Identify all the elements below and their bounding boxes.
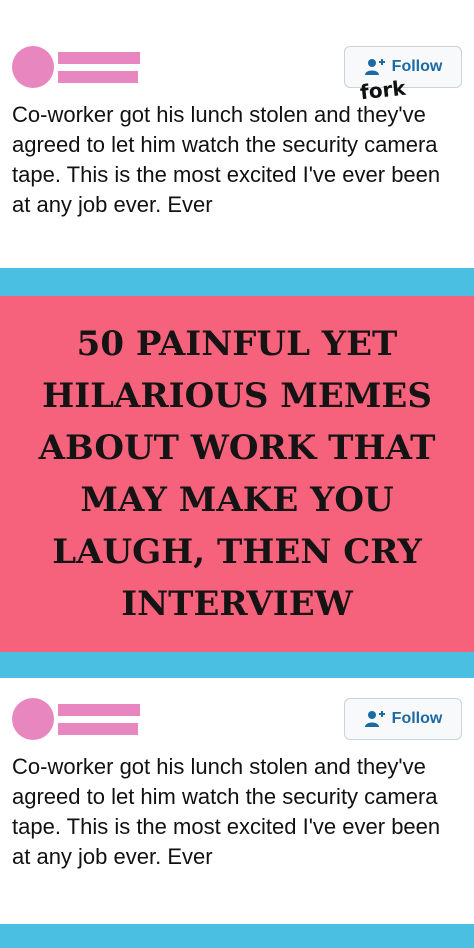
username-placeholder xyxy=(58,52,140,64)
tweet-text: Co-worker got his lunch stolen and they'… xyxy=(12,102,441,217)
headline: 50 Painful Yet Hilarious Memes About Wor… xyxy=(38,324,436,624)
tweet-text: Co-worker got his lunch stolen and they'… xyxy=(12,754,441,869)
handle-placeholder xyxy=(58,723,138,735)
add-user-icon xyxy=(364,711,385,727)
follow-label: Follow xyxy=(391,58,443,75)
username-placeholder xyxy=(58,704,140,716)
tweet-card-top: Follow fork Co-worker got his lunch stol… xyxy=(0,0,474,268)
follow-label: Follow xyxy=(391,710,443,727)
add-user-icon xyxy=(364,59,385,75)
avatar[interactable] xyxy=(12,698,54,740)
follow-button[interactable]: Follow xyxy=(344,698,462,740)
tweet-card-bottom: Follow Co-worker got his lunch stolen an… xyxy=(0,678,474,924)
profile-placeholder xyxy=(12,698,140,740)
handle-placeholder xyxy=(58,71,138,83)
headline-banner: 50 Painful Yet Hilarious Memes About Wor… xyxy=(0,296,474,652)
profile-placeholder xyxy=(12,46,140,88)
avatar[interactable] xyxy=(12,46,54,88)
